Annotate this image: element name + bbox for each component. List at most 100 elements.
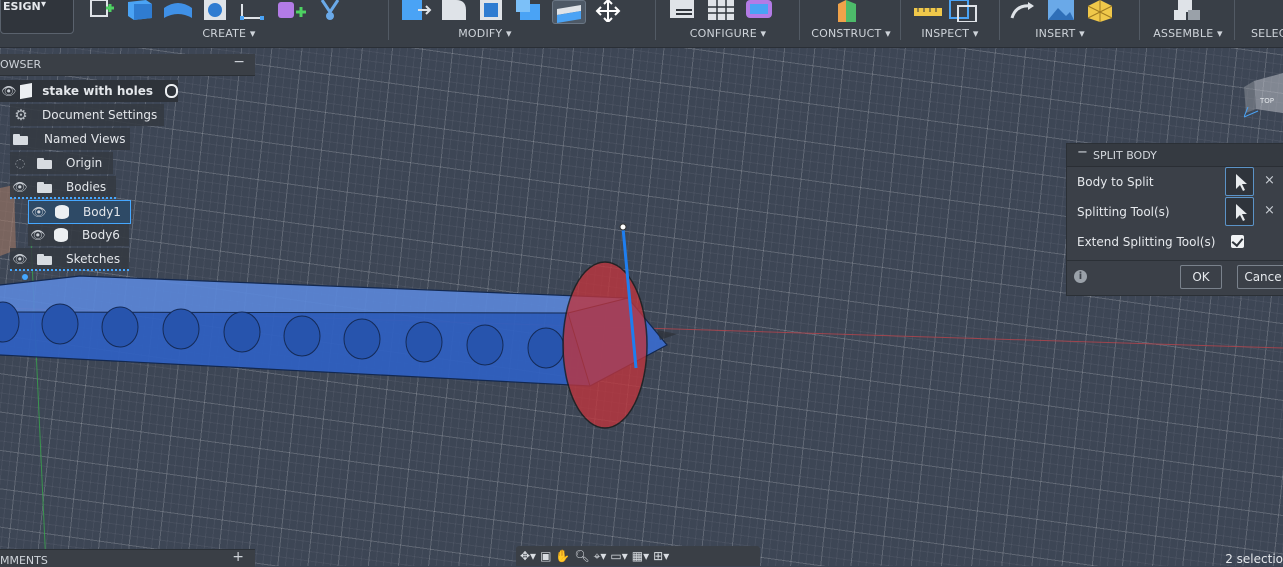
tree-item-label: Sketches xyxy=(66,252,121,266)
tree-item-label: Body6 xyxy=(82,228,120,242)
zoom-icon[interactable]: 🔍︎ xyxy=(574,549,589,563)
insert-menu[interactable]: INSERT ▾ xyxy=(1000,27,1120,40)
splitting-tools-label: Splitting Tool(s) xyxy=(1077,205,1170,219)
activate-radio-icon[interactable] xyxy=(165,84,178,98)
tree-item-bodies[interactable]: 👁 Bodies xyxy=(10,176,116,198)
interference-icon[interactable] xyxy=(948,0,980,23)
clear-body-selection-button[interactable]: × xyxy=(1264,173,1275,188)
construct-menu[interactable]: CONSTRUCT ▾ xyxy=(810,27,892,40)
manipulator-handle xyxy=(619,223,627,231)
clear-tools-selection-button[interactable]: × xyxy=(1264,203,1275,218)
tree-item-origin[interactable]: ◌ Origin xyxy=(10,152,113,174)
eye-icon[interactable]: 👁 xyxy=(28,228,48,242)
assemble-group: ASSEMBLE ▾ xyxy=(1148,0,1228,47)
modify-group: MODIFY ▾ xyxy=(400,0,650,47)
folder-icon xyxy=(36,253,54,265)
inspect-menu[interactable]: INSPECT ▾ xyxy=(910,27,990,40)
theme-icon[interactable] xyxy=(744,0,776,22)
chevron-down-icon: ▾ xyxy=(41,0,47,10)
canvas-image-icon[interactable] xyxy=(1046,0,1078,22)
inspect-group: INSPECT ▾ xyxy=(910,0,990,47)
eye-icon[interactable]: 👁 xyxy=(0,84,18,98)
dialog-collapse-button[interactable]: − xyxy=(1077,145,1088,160)
canvas-viewport[interactable] xyxy=(0,47,1283,566)
assemble-menu[interactable]: ASSEMBLE ▾ xyxy=(1148,27,1228,40)
browser-collapse-button[interactable]: − xyxy=(233,54,245,70)
body-to-split-selector[interactable] xyxy=(1225,167,1254,196)
eye-icon[interactable]: 👁 xyxy=(10,180,30,194)
pan-icon[interactable]: ✋ xyxy=(555,549,570,563)
insert-mesh-icon[interactable] xyxy=(1084,0,1116,22)
ribbon-toolbar: ESIGN ▾ CREATE ▾ MODIFY ▾ CONFIGURE ▾ CO… xyxy=(0,0,1283,48)
insert-derive-icon[interactable] xyxy=(1008,0,1040,22)
press-pull-icon[interactable] xyxy=(400,0,432,22)
eye-icon[interactable]: 👁 xyxy=(10,252,30,266)
pattern-icon[interactable] xyxy=(238,0,270,22)
move-copy-icon[interactable] xyxy=(592,0,624,24)
tree-item-document-settings[interactable]: ⚙ Document Settings xyxy=(10,104,164,126)
workspace-switcher[interactable]: ESIGN ▾ xyxy=(0,0,74,34)
browser-title: OWSER xyxy=(0,58,42,71)
navigation-bar: ✥▾ ▣ ✋ 🔍︎ ⌖▾ ▭▾ ▦▾ ⊞▾ xyxy=(516,546,760,566)
select-menu[interactable]: SELEC xyxy=(1251,27,1283,40)
body-icon xyxy=(54,228,68,242)
orbit-icon[interactable]: ✥▾ xyxy=(520,549,536,563)
grid-settings-icon[interactable]: ▦▾ xyxy=(632,549,649,563)
cancel-button[interactable]: Cance xyxy=(1237,265,1283,289)
tree-item-named-views[interactable]: Named Views xyxy=(10,128,130,150)
insert-group: INSERT ▾ xyxy=(1008,0,1128,47)
extend-splitting-tools-label: Extend Splitting Tool(s) xyxy=(1077,235,1216,249)
fit-icon[interactable]: ⌖▾ xyxy=(594,549,607,564)
workspace-label: ESIGN xyxy=(3,0,41,13)
tree-item-label: Bodies xyxy=(66,180,107,194)
derive-icon[interactable] xyxy=(314,0,346,22)
fillet-icon[interactable] xyxy=(438,0,470,22)
model-scene[interactable] xyxy=(0,47,1283,566)
measure-icon[interactable] xyxy=(910,0,942,22)
split-body-dialog: − SPLIT BODY Body to Split × Splitting T… xyxy=(1066,143,1283,296)
revolve-icon[interactable] xyxy=(162,0,194,22)
chamfer-icon[interactable] xyxy=(476,0,508,22)
viewcube-face-label: TOP xyxy=(1259,97,1274,105)
gear-icon: ⚙ xyxy=(14,106,28,124)
extrude-icon[interactable] xyxy=(124,0,156,22)
add-comment-button[interactable]: + xyxy=(232,549,244,565)
comments-title: MMENTS xyxy=(0,554,48,567)
folder-icon xyxy=(36,181,54,193)
tree-item-label: Origin xyxy=(66,156,103,170)
viewcube[interactable]: TOP xyxy=(1243,73,1283,118)
create-menu[interactable]: CREATE ▾ xyxy=(86,27,372,40)
hole-icon[interactable] xyxy=(200,0,232,22)
sketch-icon[interactable] xyxy=(86,0,118,22)
tree-item-body1[interactable]: 👁 Body1 xyxy=(28,200,131,224)
split-body-icon[interactable] xyxy=(552,0,586,24)
viewports-icon[interactable]: ⊞▾ xyxy=(653,549,669,563)
construct-plane-icon[interactable] xyxy=(834,0,866,22)
modify-menu[interactable]: MODIFY ▾ xyxy=(360,27,610,40)
comments-panel-header: MMENTS + xyxy=(0,549,255,567)
splitting-tools-selector[interactable] xyxy=(1225,197,1254,226)
extend-splitting-tools-checkbox[interactable] xyxy=(1231,235,1244,248)
table-icon[interactable] xyxy=(706,0,738,22)
select-group: SELEC xyxy=(1240,0,1283,47)
component-icon xyxy=(19,82,33,100)
info-icon[interactable]: i xyxy=(1074,270,1087,283)
ok-button[interactable]: OK xyxy=(1180,265,1222,289)
shell-icon[interactable] xyxy=(514,0,546,22)
look-at-icon[interactable]: ▣ xyxy=(540,549,551,563)
selection-count: 2 selectio xyxy=(1225,552,1283,566)
cursor-arrow-icon xyxy=(1236,204,1247,221)
tree-item-sketches[interactable]: 👁 Sketches xyxy=(10,248,129,270)
tree-item-label: Document Settings xyxy=(42,108,158,122)
tree-root[interactable]: 👁 stake with holes xyxy=(0,80,178,102)
tree-item-label: Body1 xyxy=(83,205,121,219)
eye-icon[interactable]: 👁 xyxy=(29,205,49,219)
folder-icon xyxy=(36,157,54,169)
configure-icon[interactable] xyxy=(668,0,700,22)
eye-hidden-icon[interactable]: ◌ xyxy=(10,156,30,170)
tree-item-body6[interactable]: 👁 Body6 xyxy=(28,224,129,246)
form-icon[interactable] xyxy=(276,0,308,22)
display-settings-icon[interactable]: ▭▾ xyxy=(610,549,627,563)
new-component-icon[interactable] xyxy=(1172,0,1204,22)
configure-menu[interactable]: CONFIGURE ▾ xyxy=(668,27,788,40)
